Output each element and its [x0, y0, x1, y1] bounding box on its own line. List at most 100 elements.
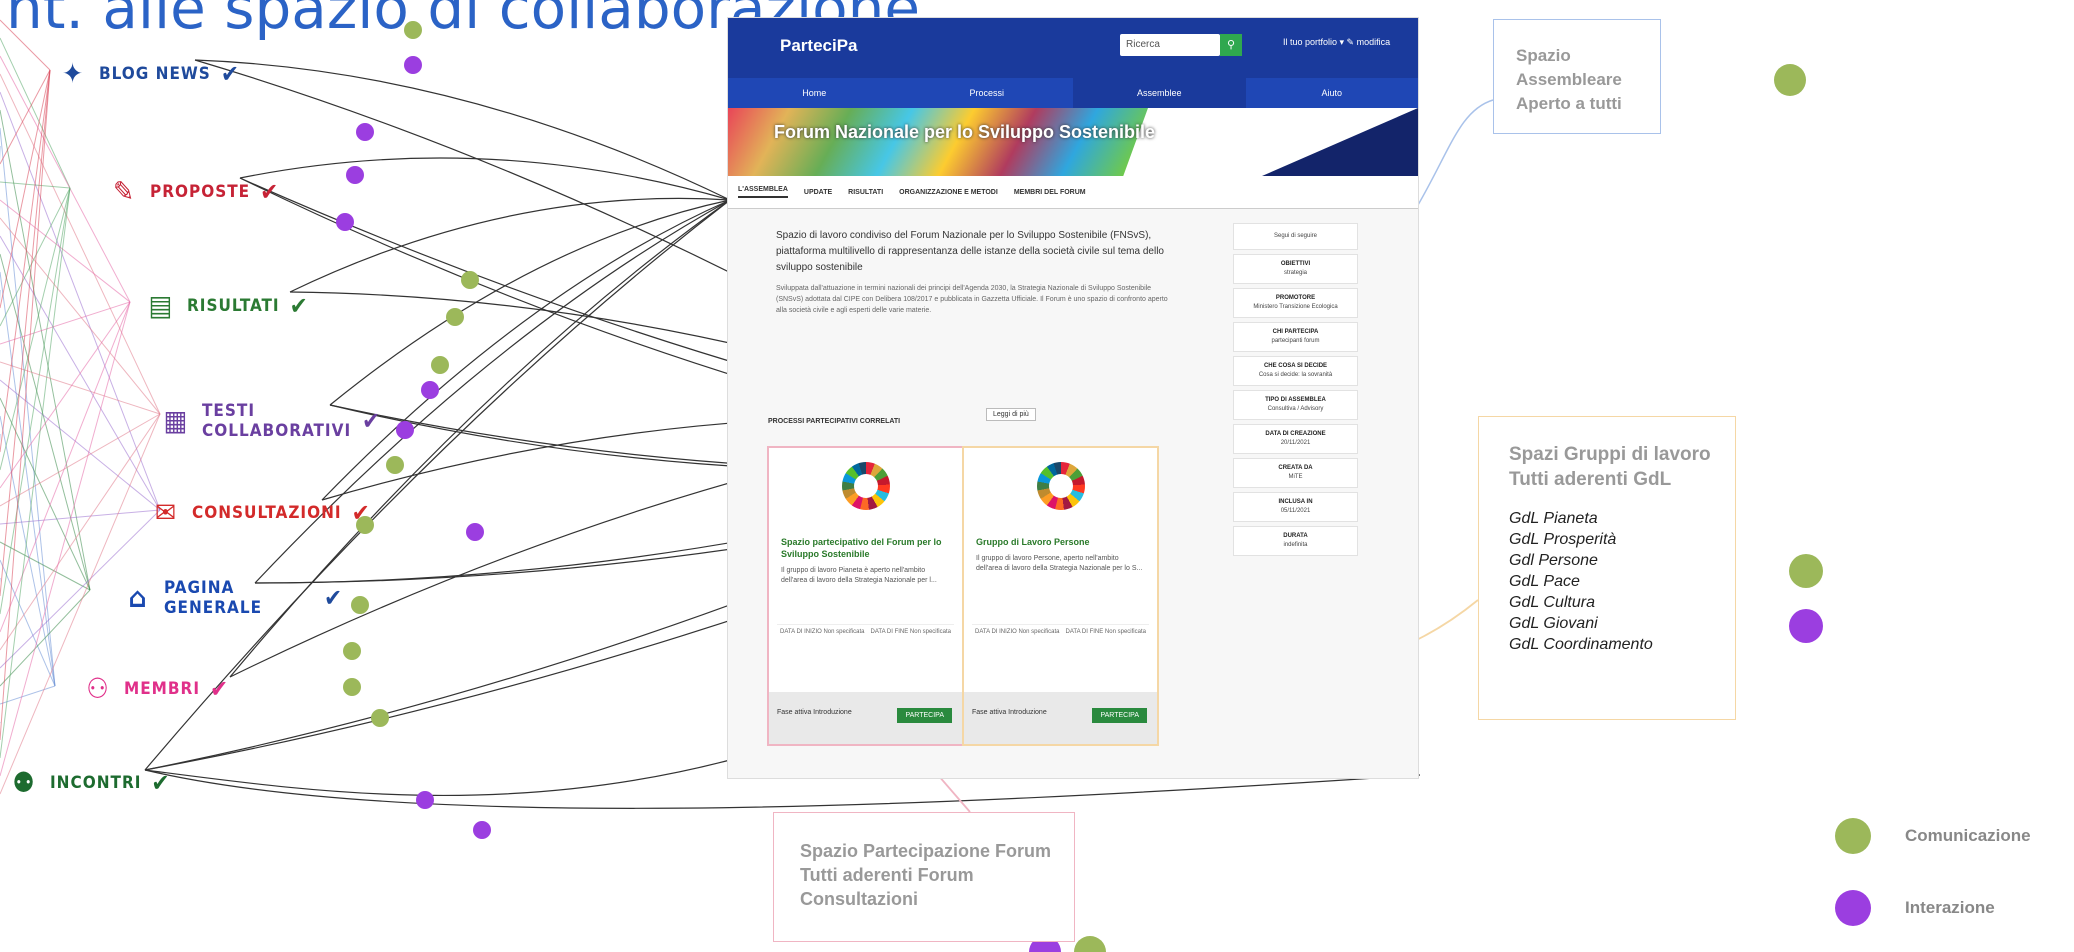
detail-key: OBIETTIVI — [1280, 261, 1311, 267]
sidebar-detail: OBIETTIVI strategia — [1233, 254, 1358, 284]
fan-line — [0, 187, 71, 615]
site-logo[interactable]: ParteciPa — [780, 36, 858, 56]
search-icon[interactable]: ⚲ — [1220, 34, 1242, 56]
detail-value: Consultiva / Advisory — [1267, 406, 1324, 412]
sidebar-detail: CREATA DA MiTE — [1233, 458, 1358, 488]
site-search-input[interactable]: Ricerca — [1120, 34, 1220, 56]
detail-key: CHI PARTECIPA — [1272, 329, 1319, 335]
category-label: MEMBRI — [124, 679, 201, 699]
nav-processi[interactable]: Processi — [901, 78, 1074, 108]
fan-line — [0, 69, 51, 741]
purple-dot — [346, 166, 364, 184]
site-user-menu[interactable]: Il tuo portfolio ▾ ✎ modifica — [1283, 37, 1390, 48]
check-icon: ✔ — [210, 675, 230, 703]
card-phase: Fase attiva Introduzione — [777, 709, 852, 716]
detail-value: Cosa si decide: la sovranità — [1258, 372, 1333, 378]
detail-value: indefinita — [1283, 542, 1308, 548]
detail-value: Ministero Transizione Ecologica — [1253, 304, 1338, 310]
hero-decoration — [1262, 108, 1418, 176]
legend-swatch-green — [1835, 818, 1871, 854]
detail-value: 20/11/2021 — [1280, 440, 1311, 446]
check-icon: ✔ — [151, 769, 171, 797]
nav-assemblee[interactable]: Assemblee — [1073, 78, 1246, 108]
site-topbar: ParteciPa Ricerca ⚲ Il tuo portfolio ▾ ✎… — [728, 18, 1418, 78]
purple-dot — [356, 123, 374, 141]
category-7: ⚉ INCONTRI ✔ — [8, 767, 171, 799]
detail-key: CREATA DA — [1278, 465, 1313, 471]
sidebar-detail: INCLUSA IN 05/11/2021 — [1233, 492, 1358, 522]
purple-dot — [336, 213, 354, 231]
category-4: ✉ CONSULTAZIONI ✔ — [150, 497, 371, 529]
fan-line — [0, 301, 131, 633]
sdg-wheel-icon — [841, 462, 890, 510]
participate-button[interactable]: PARTECIPA — [897, 708, 952, 723]
card-meta: DATA DI INIZIO Non specificata DATA DI FI… — [777, 624, 954, 635]
connector-line — [239, 157, 731, 201]
detail-value: 05/11/2021 — [1280, 508, 1311, 514]
card-title[interactable]: Gruppo di Lavoro Persone — [976, 536, 1145, 548]
fan-line — [0, 217, 161, 415]
card-end: DATA DI FINE Non specificata — [870, 629, 951, 635]
card-footer: Fase attiva Introduzione PARTECIPA — [769, 692, 962, 744]
site-sidebar: Segui di seguire OBIETTIVI strategia PROMO… — [1233, 223, 1358, 560]
purple-dot — [396, 421, 414, 439]
sidebar-detail: PROMOTORE Ministero Transizione Ecologica — [1233, 288, 1358, 318]
working-groups-text: Spazi Gruppi di lavoro Tutti aderenti Gd… — [1509, 444, 1711, 490]
fan-line — [0, 361, 161, 415]
follow-label: Segui di seguire — [1273, 233, 1318, 239]
green-dot — [446, 308, 464, 326]
tab-membri[interactable]: Membri del forum — [1014, 189, 1086, 196]
category-3: ▦ TESTI COLLABORATIVI ✔ — [160, 401, 381, 441]
category-icon: ✦ — [61, 57, 85, 90]
gdl-item: Gdl Persone — [1509, 552, 1598, 569]
fan-line — [0, 379, 161, 511]
check-icon: ✔ — [220, 60, 240, 88]
fan-line — [0, 127, 56, 687]
gdl-list: GdL Pianeta GdL Prosperità Gdl Persone GdL … — [1509, 508, 1735, 655]
site-hero: Forum Nazionale per lo Sviluppo Sostenib… — [728, 108, 1418, 176]
purple-dot — [466, 523, 484, 541]
follow-button[interactable]: Segui di seguire — [1233, 223, 1358, 250]
nav-aiuto[interactable]: Aiuto — [1246, 78, 1419, 108]
participate-button[interactable]: PARTECIPA — [1092, 708, 1147, 723]
forum-participation-text: Spazio Partecipazione Forum Tutti aderen… — [800, 841, 1052, 909]
category-icon: ▦ — [163, 404, 189, 437]
category-icon: ▤ — [148, 289, 174, 322]
legend: Comunicazione Interazione — [1835, 818, 2031, 926]
purple-dot — [473, 821, 491, 839]
sidebar-detail: DATA DI CREAZIONE 20/11/2021 — [1233, 424, 1358, 454]
tab-update[interactable]: Update — [804, 189, 832, 196]
green-dot — [351, 596, 369, 614]
gdl-item: GdL Giovani — [1509, 615, 1598, 632]
process-card[interactable]: Gruppo di Lavoro Persone Il gruppo di la… — [962, 446, 1159, 746]
category-0: ✦ BLOG NEWS ✔ — [57, 58, 240, 90]
connector-line — [289, 197, 731, 293]
green-dot — [1789, 554, 1823, 588]
read-more-button[interactable]: Leggi di più — [986, 408, 1036, 421]
tab-assemblea[interactable]: L'assemblea — [738, 186, 788, 198]
card-title[interactable]: Spazio partecipativo del Forum per lo Sv… — [781, 536, 950, 560]
hero-title: Forum Nazionale per lo Sviluppo Sostenib… — [774, 122, 1156, 142]
tab-risultati[interactable]: Risultati — [848, 189, 883, 196]
sidebar-detail: TIPO DI ASSEMBLEA Consultiva / Advisory — [1233, 390, 1358, 420]
connector-line — [329, 199, 731, 406]
green-dot — [371, 709, 389, 727]
detail-key: INCLUSA IN — [1278, 499, 1313, 505]
detail-value: strategia — [1283, 270, 1307, 276]
working-groups-box: Spazi Gruppi di lavoro Tutti aderenti Gd… — [1478, 416, 1736, 720]
sidebar-detail: DURATA indefinita — [1233, 526, 1358, 556]
connector-line — [144, 199, 731, 771]
green-dot — [404, 21, 422, 39]
nav-home[interactable]: Home — [728, 78, 901, 108]
process-card[interactable]: Spazio partecipativo del Forum per lo Sv… — [767, 446, 964, 746]
card-footer: Fase attiva Introduzione PARTECIPA — [964, 692, 1157, 744]
category-2: ▤ RISULTATI ✔ — [145, 290, 309, 322]
category-icon: ✎ — [112, 175, 136, 208]
category-label: BLOG NEWS — [99, 64, 211, 84]
check-icon: ✔ — [260, 178, 280, 206]
tab-organizzazione[interactable]: Organizzazione e metodi — [899, 189, 998, 196]
detail-key: DURATA — [1283, 533, 1308, 539]
assembly-space-text: Spazio Assembleare Aperto a tutti — [1516, 46, 1622, 113]
fan-line — [0, 19, 51, 71]
diagram-canvas: nt. alle spazio di collaborazione ✦ BLOG … — [0, 0, 2074, 952]
